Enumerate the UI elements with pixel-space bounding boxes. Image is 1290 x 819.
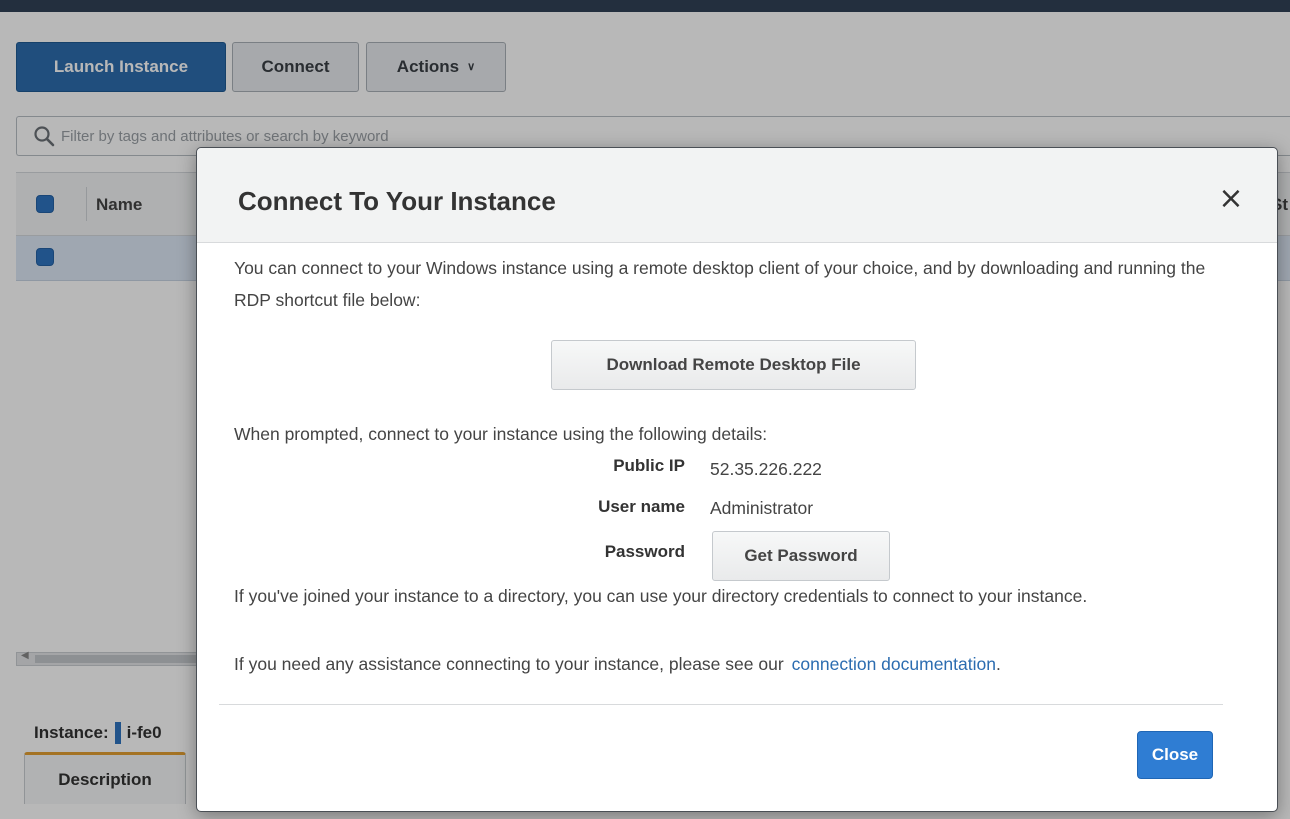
directory-note: If you've joined your instance to a dire… <box>234 586 1088 606</box>
console-top-bar <box>0 0 1290 12</box>
username-value: Administrator <box>710 498 814 518</box>
connect-dialog: Connect To Your Instance × You can conne… <box>196 147 1278 812</box>
dialog-header: Connect To Your Instance × <box>197 148 1277 243</box>
public-ip-label: Public IP <box>613 456 685 475</box>
close-icon[interactable]: × <box>1215 181 1247 216</box>
public-ip-value: 52.35.226.222 <box>710 459 822 479</box>
help-suffix: . <box>995 654 1001 674</box>
password-label: Password <box>604 542 685 561</box>
username-label: User name <box>598 497 685 516</box>
connection-documentation-link[interactable]: connection documentation <box>792 654 996 674</box>
close-button[interactable]: Close <box>1137 731 1213 779</box>
get-password-button[interactable]: Get Password <box>712 531 890 581</box>
help-prefix: If you need any assistance connecting to… <box>234 654 784 674</box>
download-rdp-button[interactable]: Download Remote Desktop File <box>551 340 916 390</box>
prompt-text: When prompted, connect to your instance … <box>234 424 768 444</box>
help-note: If you need any assistance connecting to… <box>234 648 1001 680</box>
intro-text: You can connect to your Windows instance… <box>234 258 1206 310</box>
dialog-title: Connect To Your Instance <box>238 186 556 216</box>
footer-divider <box>219 704 1223 705</box>
